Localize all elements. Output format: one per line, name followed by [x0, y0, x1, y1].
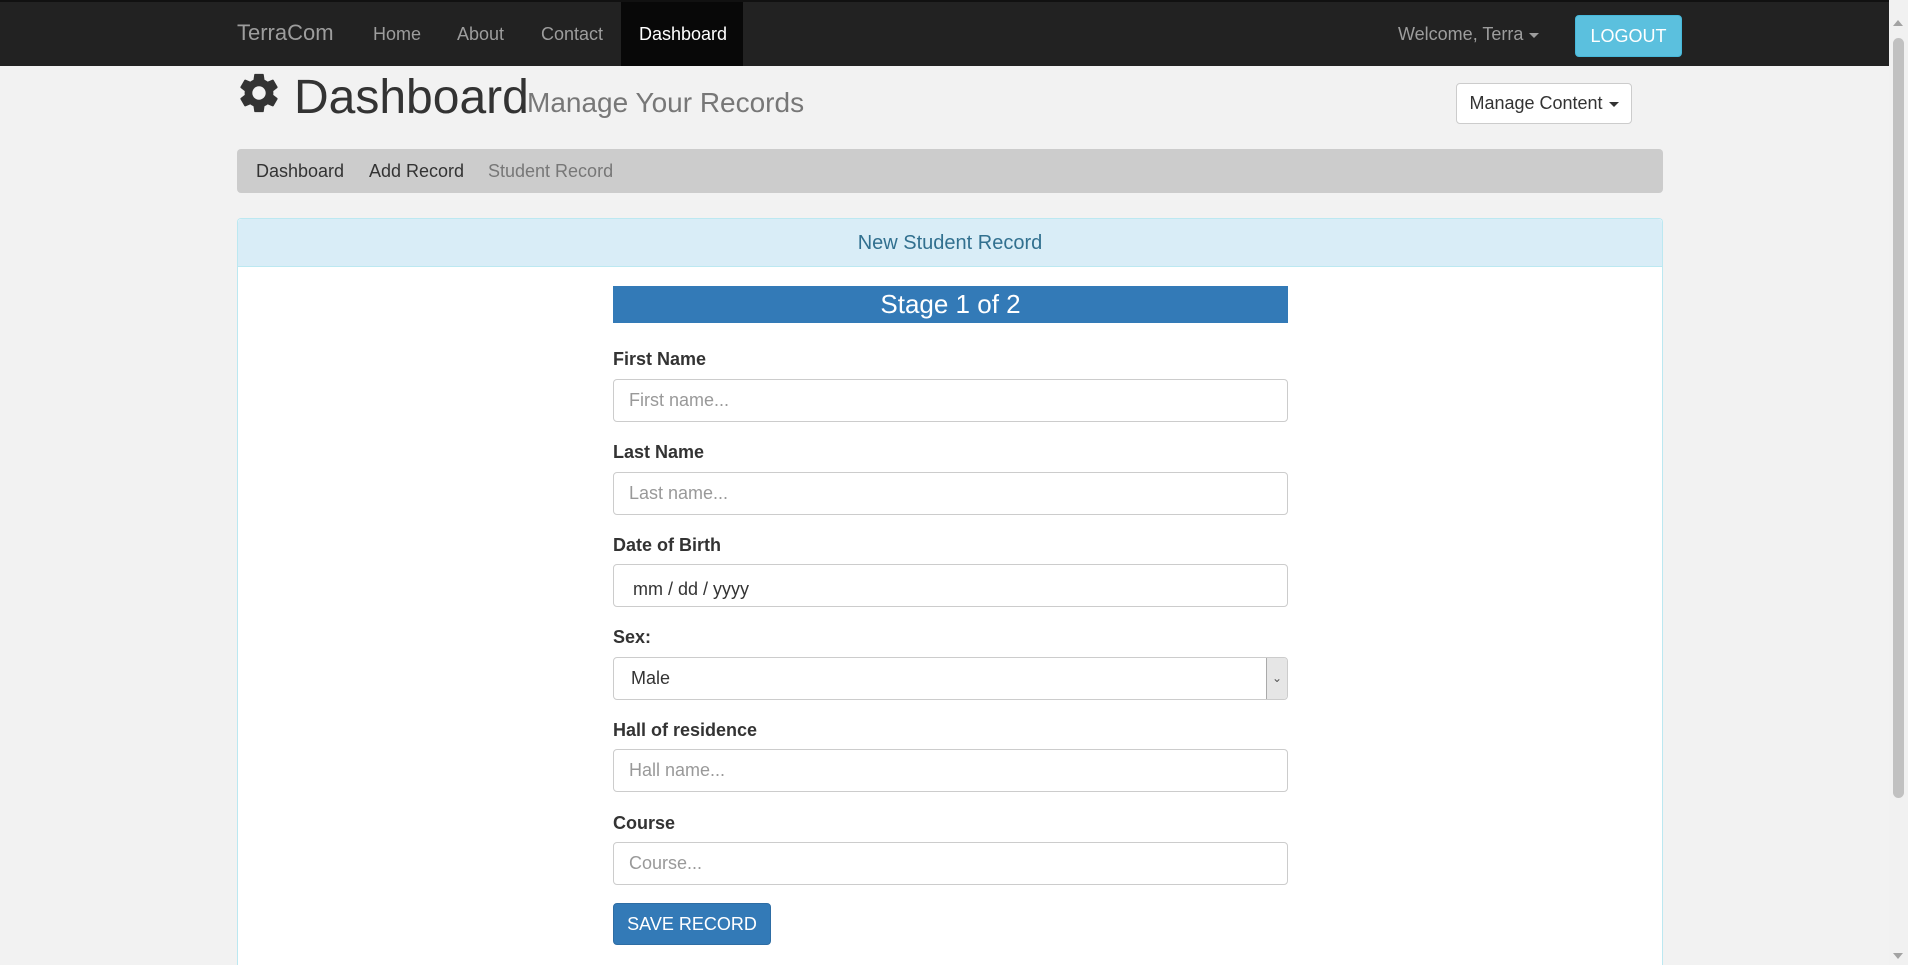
nav-dashboard-link[interactable]: Dashboard [621, 2, 743, 66]
welcome-text: Welcome, Terra [1398, 24, 1524, 44]
scroll-down-arrow-icon[interactable] [1893, 953, 1903, 959]
scrollbar-thumb[interactable] [1893, 38, 1904, 798]
last-name-input[interactable] [613, 472, 1288, 515]
breadcrumb-dashboard[interactable]: Dashboard [256, 149, 344, 193]
nav-about-link[interactable]: About [439, 2, 522, 66]
breadcrumb-add-record[interactable]: Add Record [369, 149, 464, 193]
breadcrumb: Dashboard Add Record Student Record [237, 149, 1663, 193]
course-label: Course [613, 813, 676, 833]
nav-home-link[interactable]: Home [355, 2, 439, 66]
user-menu-dropdown[interactable]: Welcome, Terra [1398, 2, 1540, 66]
hall-input[interactable] [613, 749, 1288, 792]
stage-indicator: Stage 1 of 2 [613, 286, 1288, 323]
page-subtitle: Manage Your Records [527, 87, 805, 118]
caret-down-icon [1608, 101, 1619, 107]
page-title: Dashboard [294, 71, 529, 124]
panel-heading: New Student Record [238, 219, 1662, 267]
dob-label: Date of Birth [613, 535, 721, 555]
sex-label: Sex: [613, 627, 652, 647]
sex-select-value: Male [631, 668, 671, 688]
last-name-label: Last Name [613, 442, 705, 462]
gear-icon [240, 73, 278, 113]
scroll-up-arrow-icon[interactable] [1893, 20, 1903, 26]
logout-button[interactable]: LOGOUT [1575, 15, 1682, 57]
manage-content-dropdown[interactable]: Manage Content [1456, 83, 1632, 124]
caret-down-icon [1529, 32, 1540, 38]
first-name-label: First Name [613, 349, 707, 369]
manage-content-label: Manage Content [1469, 93, 1603, 113]
dob-input[interactable]: mm / dd / yyyy [613, 564, 1288, 607]
course-input[interactable] [613, 842, 1288, 885]
nav-contact-link[interactable]: Contact [523, 2, 621, 66]
first-name-input[interactable] [613, 379, 1288, 422]
sex-select[interactable]: Male ⌄ [613, 657, 1288, 700]
hall-label: Hall of residence [613, 720, 758, 740]
page-scrollbar[interactable] [1889, 0, 1908, 965]
top-navbar: TerraCom Home About Contact Dashboard We… [0, 0, 1889, 66]
save-record-button[interactable]: SAVE RECORD [613, 903, 771, 945]
chevron-down-icon: ⌄ [1266, 658, 1287, 699]
breadcrumb-student-record: Student Record [488, 161, 614, 181]
brand-logo[interactable]: TerraCom [237, 20, 334, 46]
